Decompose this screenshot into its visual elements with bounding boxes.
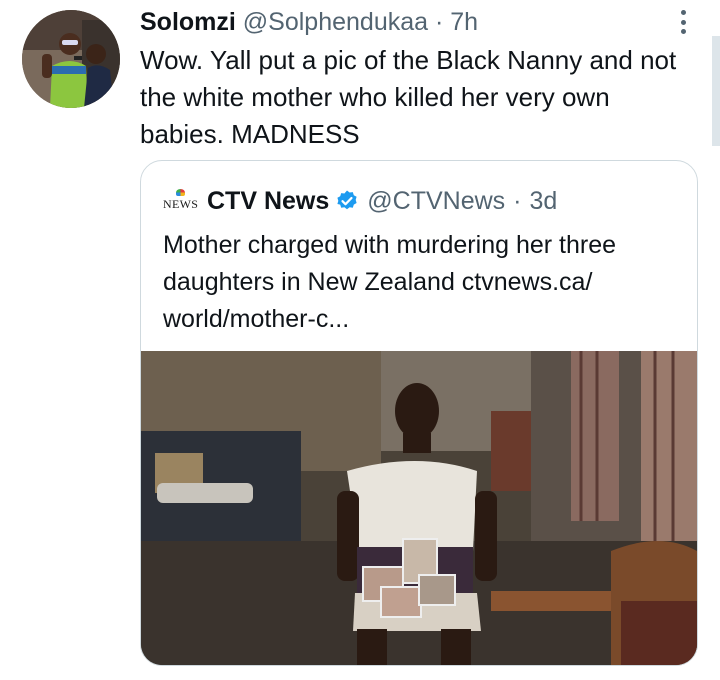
tweet-text: Wow. Yall put a pic of the Black Nanny a… bbox=[140, 45, 677, 149]
more-vertical-icon[interactable] bbox=[676, 8, 690, 36]
quoted-tweet-header: NEWS CTV News @CTVNews · 3d bbox=[163, 183, 557, 219]
verified-badge-icon bbox=[337, 190, 357, 210]
author-name[interactable]: Solomzi bbox=[140, 8, 236, 36]
avatar-photo bbox=[22, 10, 120, 108]
quoted-author-handle[interactable]: @CTVNews bbox=[367, 187, 505, 216]
quoted-tweet[interactable]: NEWS CTV News @CTVNews · 3d Mother charg… bbox=[140, 160, 698, 666]
quoted-author-name[interactable]: CTV News bbox=[207, 187, 329, 216]
separator-dot: · bbox=[513, 186, 522, 215]
photo-image bbox=[141, 351, 697, 665]
quoted-timestamp[interactable]: 3d bbox=[529, 187, 557, 216]
scrollbar[interactable] bbox=[712, 36, 720, 146]
tweet-timestamp[interactable]: 7h bbox=[450, 8, 478, 36]
author-handle[interactable]: @Solphendukaa bbox=[243, 8, 428, 36]
tweet-header: Solomzi @Solphendukaa · 7h bbox=[140, 6, 478, 38]
logo-wordmark: NEWS bbox=[163, 197, 199, 211]
ctv-news-logo: NEWS bbox=[163, 186, 199, 216]
separator-dot: · bbox=[435, 8, 444, 36]
quoted-tweet-text: Mother charged with murdering her three … bbox=[163, 231, 617, 333]
author-avatar[interactable] bbox=[22, 10, 120, 108]
news-photo[interactable] bbox=[141, 351, 697, 665]
